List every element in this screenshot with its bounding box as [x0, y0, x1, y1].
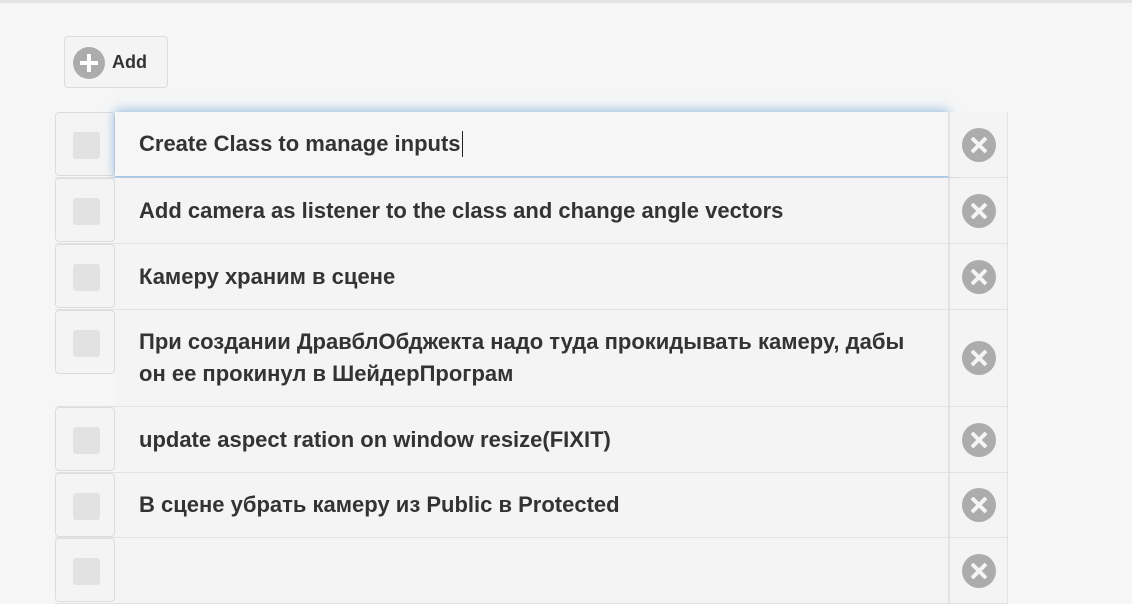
todo-row: В сцене убрать камеру из Public в Protec…	[55, 473, 1008, 538]
delete-cell	[949, 407, 1008, 472]
todo-checkbox[interactable]	[73, 493, 100, 520]
todo-checkbox[interactable]	[73, 264, 100, 291]
delete-cell	[949, 538, 1008, 603]
todo-text: Create Class to manage inputs	[139, 131, 461, 156]
todo-text: Камеру храним в сцене	[139, 263, 396, 289]
todo-checkbox-cell	[55, 112, 115, 176]
todo-checkbox-cell	[55, 244, 115, 308]
close-circle-icon[interactable]	[962, 259, 996, 294]
plus-circle-icon	[73, 47, 105, 79]
todo-checkbox-cell	[55, 310, 115, 374]
close-circle-icon[interactable]	[962, 553, 996, 588]
todo-checkbox-cell	[55, 178, 115, 242]
todo-row: Add camera as listener to the class and …	[55, 178, 1008, 244]
add-button[interactable]: Add	[64, 36, 168, 88]
todo-checkbox-cell	[55, 538, 115, 602]
delete-cell	[949, 178, 1008, 243]
close-circle-icon[interactable]	[962, 488, 996, 522]
todo-text-input[interactable]: Create Class to manage inputs	[115, 112, 949, 177]
todo-text-cell[interactable]: update aspect ration on window resize(FI…	[115, 407, 949, 472]
close-circle-icon[interactable]	[962, 422, 996, 457]
todo-row: Камеру храним в сцене	[55, 244, 1008, 310]
todo-checkbox[interactable]	[73, 558, 100, 585]
delete-cell	[949, 112, 1008, 177]
todo-checkbox-cell	[55, 473, 115, 537]
close-circle-icon[interactable]	[962, 127, 996, 162]
todo-checkbox[interactable]	[73, 132, 100, 159]
todo-row: update aspect ration on window resize(FI…	[55, 407, 1008, 473]
todo-checkbox-cell	[55, 407, 115, 471]
todo-text-cell[interactable]: Add camera as listener to the class and …	[115, 178, 949, 243]
todo-row: Create Class to manage inputs	[55, 112, 1008, 178]
delete-cell	[949, 244, 1008, 309]
todo-checkbox[interactable]	[73, 198, 100, 225]
todo-text: При создании ДравблОбджекта надо туда пр…	[139, 329, 905, 386]
add-button-label: Add	[112, 52, 147, 72]
todo-row: При создании ДравблОбджекта надо туда пр…	[55, 310, 1008, 407]
todo-checkbox[interactable]	[73, 427, 100, 454]
delete-cell	[949, 473, 1008, 537]
todo-row	[55, 538, 1008, 604]
close-circle-icon[interactable]	[962, 341, 996, 375]
todo-text-cell[interactable]: Камеру храним в сцене	[115, 244, 949, 309]
text-caret	[461, 131, 463, 157]
todo-text: update aspect ration on window resize(FI…	[139, 426, 611, 452]
todo-list: Create Class to manage inputs Add camera…	[55, 112, 1008, 604]
todo-text: В сцене убрать камеру из Public в Protec…	[139, 492, 620, 517]
delete-cell	[949, 310, 1008, 406]
todo-text: Add camera as listener to the class and …	[139, 197, 784, 223]
todo-checkbox[interactable]	[73, 330, 100, 357]
top-divider	[0, 0, 1132, 3]
todo-text-cell[interactable]: В сцене убрать камеру из Public в Protec…	[115, 473, 949, 537]
todo-text-cell[interactable]: При создании ДравблОбджекта надо туда пр…	[115, 310, 949, 406]
todo-text-cell[interactable]	[115, 538, 949, 603]
close-circle-icon[interactable]	[962, 193, 996, 228]
